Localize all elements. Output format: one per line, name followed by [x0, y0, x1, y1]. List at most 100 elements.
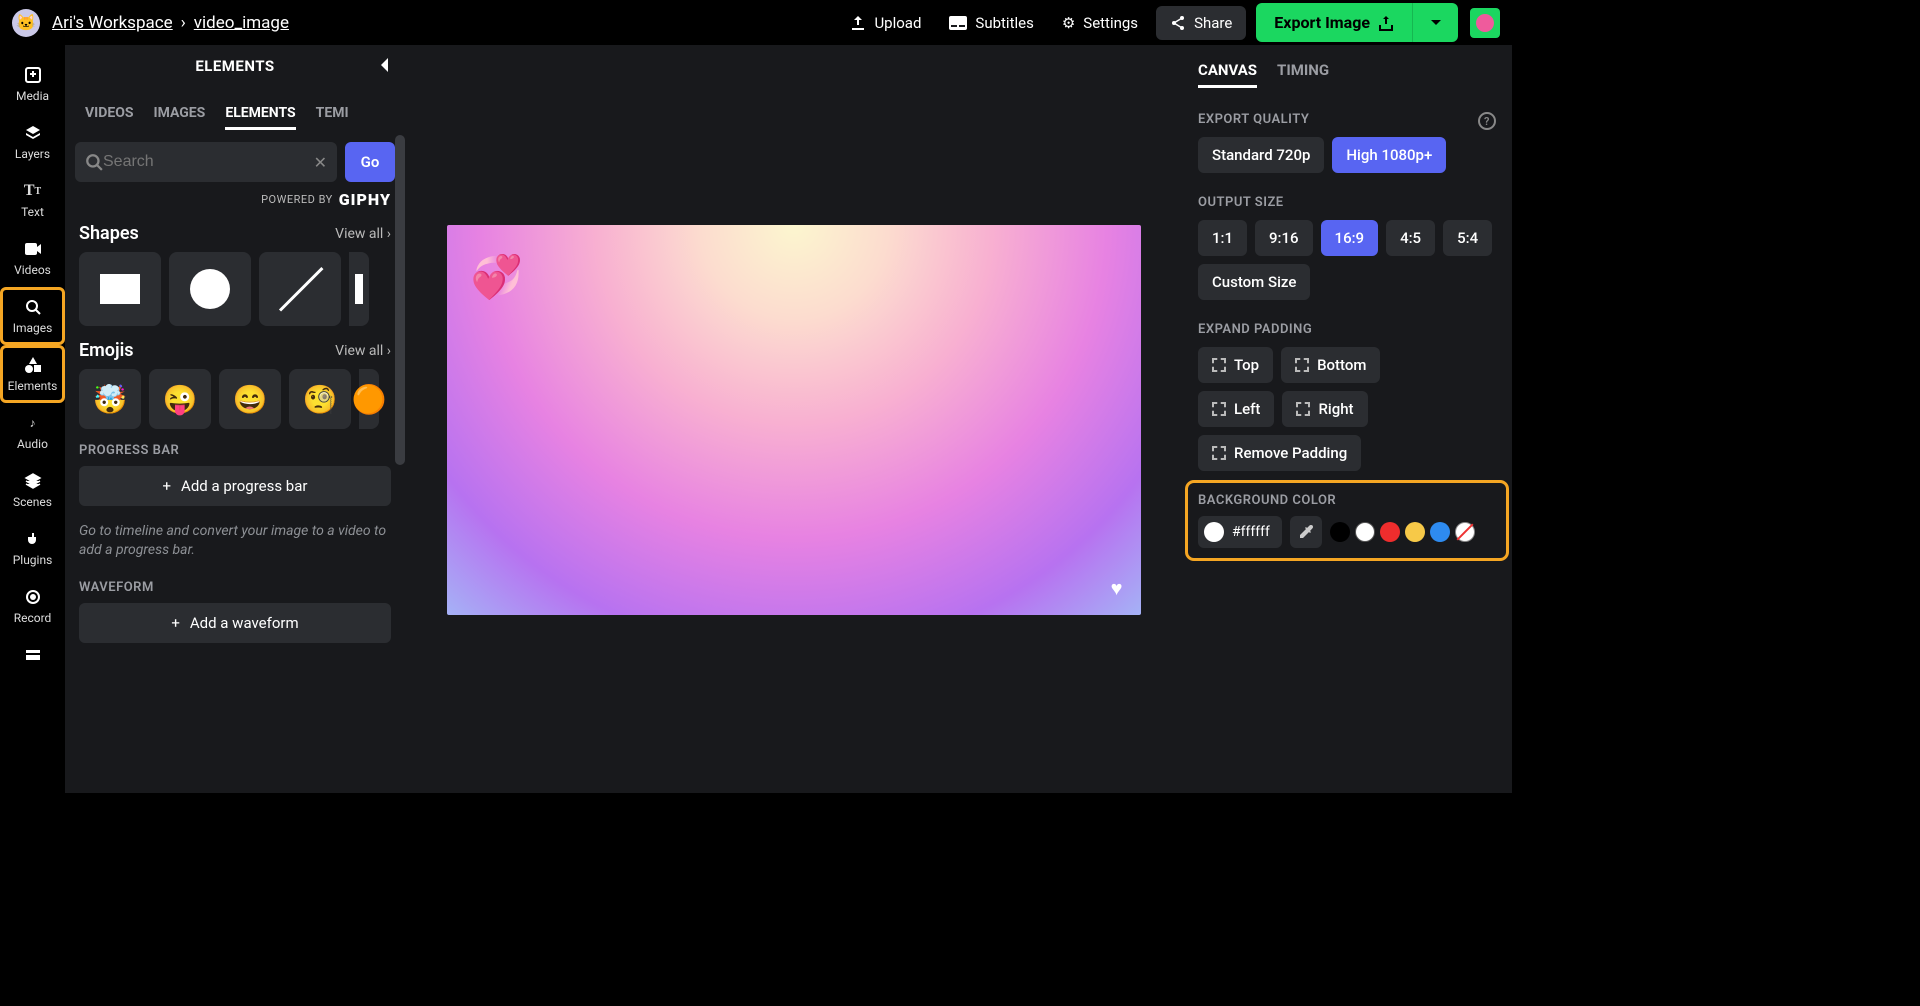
tab-images[interactable]: IMAGES	[154, 105, 206, 130]
tab-videos[interactable]: VIDEOS	[85, 105, 134, 130]
rail-record[interactable]: Record	[0, 577, 65, 635]
upload-icon	[850, 15, 866, 31]
workspace-avatar[interactable]: 🐱	[12, 9, 40, 37]
clear-search-icon[interactable]: ✕	[314, 153, 327, 172]
output-size-label: OUTPUT SIZE	[1198, 195, 1496, 210]
panel-scrollbar[interactable]	[395, 135, 405, 465]
shape-circle[interactable]	[169, 252, 251, 326]
preset-none[interactable]	[1455, 522, 1475, 542]
rail-audio[interactable]: ♪ Audio	[0, 403, 65, 461]
rail-media[interactable]: Media	[0, 55, 65, 113]
breadcrumb-workspace[interactable]: Ari's Workspace	[52, 13, 173, 33]
background-color-label: BACKGROUND COLOR	[1198, 493, 1496, 508]
ratio-9-16[interactable]: 9:16	[1255, 220, 1313, 256]
tab-templates[interactable]: TEMI	[316, 105, 349, 130]
expand-padding-label: EXPAND PADDING	[1198, 322, 1496, 337]
right-panel: CANVAS TIMING EXPORT QUALITY ? Standard …	[1182, 45, 1512, 793]
rail-layers[interactable]: Layers	[0, 113, 65, 171]
scenes-icon	[23, 471, 43, 491]
rail-plugins[interactable]: Plugins	[0, 519, 65, 577]
collapse-panel-icon[interactable]	[377, 55, 393, 75]
pad-label: Top	[1234, 356, 1259, 374]
tab-canvas[interactable]: CANVAS	[1198, 61, 1257, 88]
pad-bottom-icon	[1295, 358, 1309, 372]
subtitles-button[interactable]: Subtitles	[935, 6, 1047, 40]
add-progress-bar-button[interactable]: + Add a progress bar	[79, 466, 391, 506]
ratio-16-9[interactable]: 16:9	[1321, 220, 1379, 256]
preset-red[interactable]	[1380, 522, 1400, 542]
preset-black[interactable]	[1330, 522, 1350, 542]
canvas-element-hearts[interactable]: 💞	[471, 253, 523, 302]
gear-icon: ⚙	[1062, 14, 1075, 32]
canvas-area[interactable]: 💞 ♥	[405, 45, 1182, 793]
shapes-viewall[interactable]: View all ›	[335, 226, 391, 242]
share-button[interactable]: Share	[1156, 6, 1246, 40]
rail-label: Audio	[17, 437, 48, 451]
shape-line[interactable]	[259, 252, 341, 326]
rail-more[interactable]	[0, 635, 65, 675]
tab-elements[interactable]: ELEMENTS	[225, 105, 295, 130]
rail-label: Images	[13, 321, 53, 335]
export-button[interactable]: Export Image	[1256, 3, 1412, 42]
settings-label: Settings	[1083, 14, 1138, 32]
text-icon: TT	[23, 181, 43, 201]
ratio-5-4[interactable]: 5:4	[1443, 220, 1492, 256]
pad-bottom[interactable]: Bottom	[1281, 347, 1380, 383]
background-color-section: BACKGROUND COLOR #ffffff	[1188, 483, 1506, 558]
video-icon	[23, 239, 43, 259]
preset-blue[interactable]	[1430, 522, 1450, 542]
add-progress-label: Add a progress bar	[181, 477, 307, 495]
breadcrumb-project[interactable]: video_image	[194, 13, 289, 33]
layers-icon	[23, 123, 43, 143]
export-dropdown[interactable]	[1412, 3, 1458, 42]
rail-scenes[interactable]: Scenes	[0, 461, 65, 519]
shape-more[interactable]	[349, 252, 369, 326]
media-icon	[23, 65, 43, 85]
tab-timing[interactable]: TIMING	[1277, 61, 1329, 88]
rail-label: Videos	[14, 263, 51, 277]
rail-label: Layers	[15, 147, 50, 161]
add-waveform-button[interactable]: + Add a waveform	[79, 603, 391, 643]
settings-button[interactable]: ⚙ Settings	[1048, 6, 1152, 40]
user-avatar[interactable]	[1470, 8, 1500, 38]
share-label: Share	[1194, 14, 1232, 32]
upload-label: Upload	[874, 14, 921, 32]
progress-bar-label: PROGRESS BAR	[79, 443, 391, 458]
rail-label: Plugins	[13, 553, 53, 567]
eyedropper-button[interactable]	[1290, 516, 1322, 548]
emoji-item[interactable]: 🟠	[359, 369, 379, 429]
quality-standard[interactable]: Standard 720p	[1198, 137, 1324, 173]
waveform-label: WAVEFORM	[79, 580, 391, 595]
canvas[interactable]: 💞 ♥	[447, 225, 1141, 615]
pad-label: Right	[1318, 400, 1353, 418]
remove-padding[interactable]: Remove Padding	[1198, 435, 1361, 471]
preset-white[interactable]	[1355, 522, 1375, 542]
custom-size-button[interactable]: Custom Size	[1198, 264, 1310, 300]
shape-rectangle[interactable]	[79, 252, 161, 326]
preset-yellow[interactable]	[1405, 522, 1425, 542]
search-input[interactable]	[103, 153, 314, 171]
plus-icon: +	[163, 477, 172, 495]
emojis-viewall[interactable]: View all ›	[335, 343, 391, 359]
rail-text[interactable]: TT Text	[0, 171, 65, 229]
emoji-item[interactable]: 😄	[219, 369, 281, 429]
left-rail: Media Layers TT Text Videos Images Eleme…	[0, 45, 65, 793]
info-icon[interactable]: ?	[1478, 112, 1496, 130]
quality-high[interactable]: High 1080p+	[1332, 137, 1446, 173]
pad-left[interactable]: Left	[1198, 391, 1274, 427]
rail-videos[interactable]: Videos	[0, 229, 65, 287]
bg-color-value[interactable]: #ffffff	[1198, 516, 1282, 548]
emoji-item[interactable]: 😜	[149, 369, 211, 429]
pad-right[interactable]: Right	[1282, 391, 1367, 427]
pad-top[interactable]: Top	[1198, 347, 1273, 383]
emoji-item[interactable]: 🤯	[79, 369, 141, 429]
ratio-1-1[interactable]: 1:1	[1198, 220, 1247, 256]
export-label: Export Image	[1274, 13, 1370, 32]
upload-button[interactable]: Upload	[836, 6, 935, 40]
rail-images[interactable]: Images	[0, 287, 65, 345]
rail-elements[interactable]: Elements	[0, 345, 65, 403]
search-go-button[interactable]: Go	[345, 142, 395, 182]
emoji-item[interactable]: 🧐	[289, 369, 351, 429]
ratio-4-5[interactable]: 4:5	[1386, 220, 1435, 256]
audio-icon: ♪	[23, 413, 43, 433]
